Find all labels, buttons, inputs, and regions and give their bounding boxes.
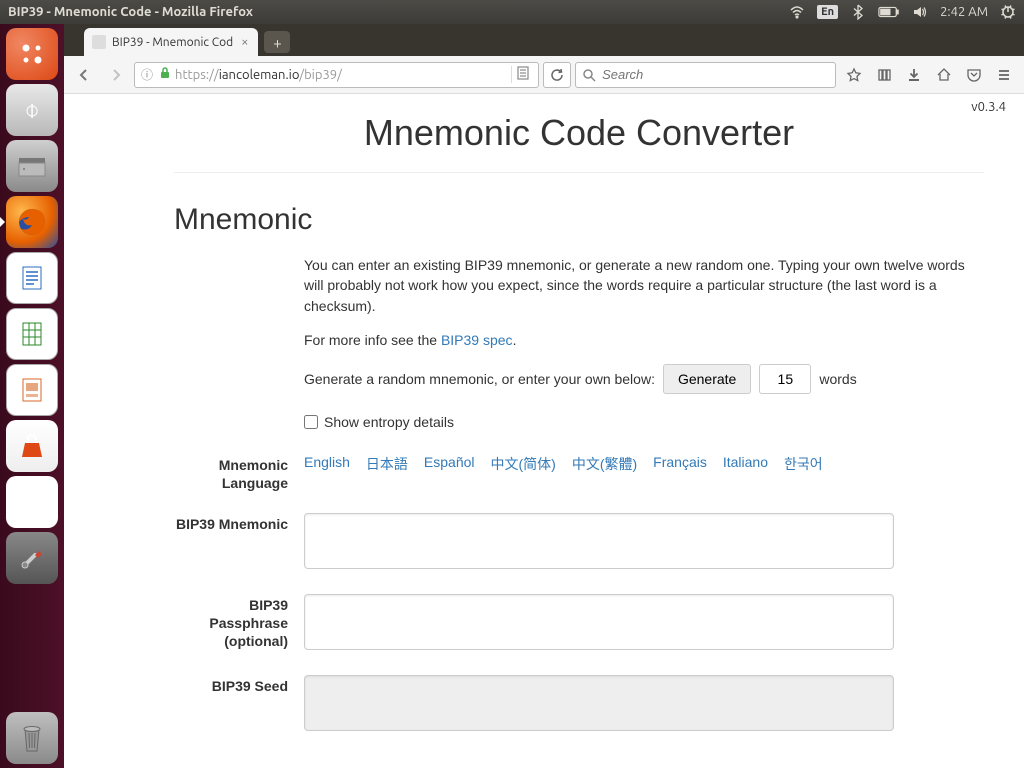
browser-navbar: ⓘ https://iancoleman.io/bip39/	[64, 56, 1024, 94]
new-tab-button[interactable]: +	[264, 31, 290, 53]
bip39-passphrase-label: BIP39 Passphrase (optional)	[174, 594, 304, 655]
reader-mode-icon[interactable]	[511, 66, 534, 83]
search-bar[interactable]	[575, 62, 836, 88]
url-text: https://iancoleman.io/bip39/	[175, 68, 507, 82]
lang-korean[interactable]: 한국어	[784, 454, 823, 492]
bip39-seed-label: BIP39 Seed	[174, 675, 304, 736]
launcher-firefox-icon[interactable]	[6, 196, 58, 248]
bluetooth-icon[interactable]	[850, 4, 866, 20]
launcher-writer-icon[interactable]	[6, 252, 58, 304]
lang-spanish[interactable]: Español	[424, 454, 475, 492]
firefox-window: BIP39 - Mnemonic Cod × + ⓘ https://ianco…	[64, 24, 1024, 768]
launcher-trash-icon[interactable]	[6, 712, 58, 764]
search-icon	[582, 68, 596, 82]
browser-tab-active[interactable]: BIP39 - Mnemonic Cod ×	[84, 28, 258, 56]
page-viewport[interactable]: v0.3.4 Mnemonic Code Converter Mnemonic …	[64, 94, 1024, 768]
lang-italian[interactable]: Italiano	[723, 454, 768, 492]
bip39-spec-link[interactable]: BIP39 spec	[441, 332, 513, 348]
nav-forward-button[interactable]	[102, 61, 130, 89]
bip39-passphrase-row: BIP39 Passphrase (optional)	[304, 594, 984, 655]
generate-button[interactable]: Generate	[663, 364, 751, 394]
system-tray: En 2:42 AM	[789, 4, 1016, 20]
downloads-icon[interactable]	[900, 61, 928, 89]
lang-chinese-simplified[interactable]: 中文(简体)	[491, 454, 556, 492]
generate-row: Generate a random mnemonic, or enter you…	[304, 364, 984, 394]
battery-icon[interactable]	[878, 5, 900, 19]
bip39-seed-output	[304, 675, 894, 731]
bip39-mnemonic-row: BIP39 Mnemonic	[304, 513, 984, 574]
words-suffix: words	[819, 371, 856, 387]
tab-strip: BIP39 - Mnemonic Cod × +	[64, 24, 1024, 56]
divider	[174, 172, 984, 173]
show-entropy-checkbox[interactable]	[304, 415, 318, 429]
launcher-calc-icon[interactable]	[6, 308, 58, 360]
lock-icon	[159, 67, 171, 82]
hamburger-menu-icon[interactable]	[990, 61, 1018, 89]
clock[interactable]: 2:42 AM	[940, 5, 988, 19]
intro-paragraph-1: You can enter an existing BIP39 mnemonic…	[304, 255, 984, 316]
tab-title: BIP39 - Mnemonic Cod	[112, 36, 233, 49]
launcher-impress-icon[interactable]	[6, 364, 58, 416]
navbar-right-icons	[840, 61, 1018, 89]
volume-icon[interactable]	[912, 4, 928, 20]
mnemonic-language-label: Mnemonic Language	[174, 454, 304, 492]
show-entropy-label: Show entropy details	[324, 414, 454, 430]
launcher-software-icon[interactable]	[6, 420, 58, 472]
lang-french[interactable]: Français	[653, 454, 707, 492]
reload-button[interactable]	[543, 62, 571, 88]
language-links: English 日本語 Español 中文(简体) 中文(繁體) França…	[304, 454, 984, 492]
site-info-icon[interactable]: ⓘ	[139, 66, 155, 83]
search-input[interactable]	[602, 67, 829, 82]
tab-favicon-icon	[92, 35, 106, 49]
launcher-files-icon[interactable]	[6, 140, 58, 192]
launcher-devices-icon[interactable]: ⌽	[6, 84, 58, 136]
keyboard-lang-indicator[interactable]: En	[817, 5, 838, 19]
unity-launcher: ⌽ a	[0, 24, 64, 768]
pocket-icon[interactable]	[960, 61, 988, 89]
bookmark-star-icon[interactable]	[840, 61, 868, 89]
nav-back-button[interactable]	[70, 61, 98, 89]
launcher-settings-icon[interactable]	[6, 532, 58, 584]
bip39-passphrase-input[interactable]	[304, 594, 894, 650]
section-heading-mnemonic: Mnemonic	[174, 203, 984, 237]
version-label: v0.3.4	[971, 100, 1006, 114]
system-menubar: BIP39 - Mnemonic Code - Mozilla Firefox …	[0, 0, 1024, 24]
library-icon[interactable]	[870, 61, 898, 89]
bip39-mnemonic-input[interactable]	[304, 513, 894, 569]
mnemonic-language-row: Mnemonic Language English 日本語 Español 中文…	[304, 454, 984, 492]
home-icon[interactable]	[930, 61, 958, 89]
lang-japanese[interactable]: 日本語	[366, 454, 408, 492]
show-entropy-row: Show entropy details	[304, 414, 984, 430]
launcher-amazon-icon[interactable]: a	[6, 476, 58, 528]
power-icon[interactable]	[1000, 4, 1016, 20]
tab-close-icon[interactable]: ×	[239, 35, 250, 49]
bip39-mnemonic-label: BIP39 Mnemonic	[174, 513, 304, 574]
wifi-icon[interactable]	[789, 4, 805, 20]
window-title: BIP39 - Mnemonic Code - Mozilla Firefox	[8, 5, 789, 19]
page-title: Mnemonic Code Converter	[174, 112, 984, 154]
word-count-select[interactable]	[759, 364, 811, 394]
bip39-seed-row: BIP39 Seed	[304, 675, 984, 736]
mnemonic-form: You can enter an existing BIP39 mnemonic…	[304, 255, 984, 736]
lang-english[interactable]: English	[304, 454, 350, 492]
launcher-dash-icon[interactable]	[6, 28, 58, 80]
lang-chinese-traditional[interactable]: 中文(繁體)	[572, 454, 637, 492]
page-content: Mnemonic Code Converter Mnemonic You can…	[64, 94, 1024, 768]
intro-paragraph-2: For more info see the BIP39 spec.	[304, 330, 984, 350]
url-bar[interactable]: ⓘ https://iancoleman.io/bip39/	[134, 62, 539, 88]
generate-label: Generate a random mnemonic, or enter you…	[304, 371, 655, 387]
